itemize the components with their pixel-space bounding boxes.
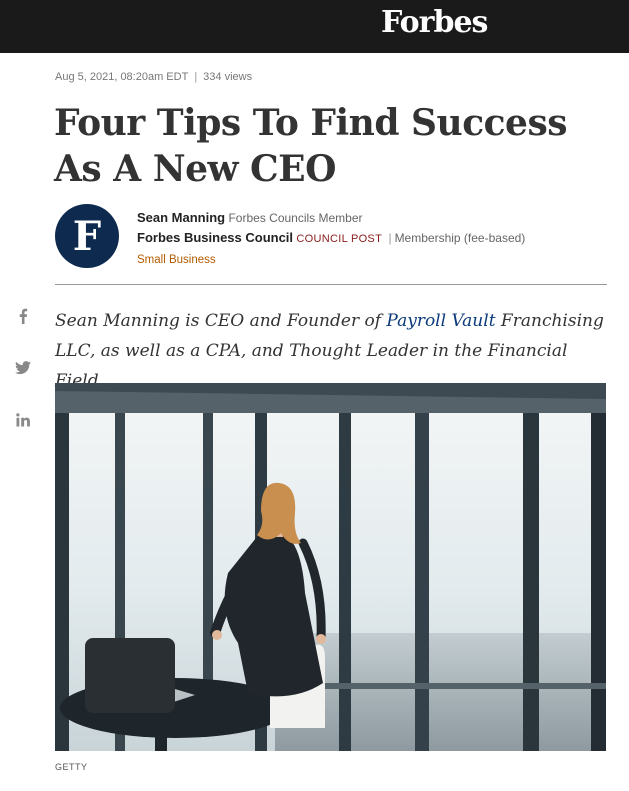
payroll-vault-link[interactable]: Payroll Vault bbox=[386, 311, 495, 331]
membership-note: Membership (fee-based) bbox=[394, 231, 526, 245]
meta-separator: | bbox=[194, 71, 198, 83]
byline-separator: | bbox=[388, 231, 392, 245]
publish-date: Aug 5, 2021, 08:20am EDT bbox=[55, 71, 189, 83]
council-post-label: COUNCIL POST bbox=[296, 233, 383, 245]
article-meta: Aug 5, 2021, 08:20am EDT | 334 views bbox=[55, 71, 252, 83]
author-name-link[interactable]: Sean Manning bbox=[137, 210, 225, 225]
byline-line-3: Small Business bbox=[137, 249, 525, 270]
top-navigation-bar: Forbes bbox=[0, 0, 629, 53]
image-credit: GETTY bbox=[55, 762, 88, 772]
author-role: Forbes Councils Member bbox=[228, 211, 363, 225]
hero-image-illustration bbox=[55, 383, 606, 751]
byline-line-1: Sean Manning Forbes Councils Member bbox=[137, 208, 525, 228]
forbes-logo[interactable]: Forbes bbox=[381, 5, 488, 40]
view-count: 334 views bbox=[203, 71, 253, 83]
author-avatar[interactable]: F bbox=[55, 204, 119, 268]
facebook-icon[interactable] bbox=[14, 307, 32, 325]
author-byline: Sean Manning Forbes Councils Member Forb… bbox=[137, 208, 525, 270]
byline-divider bbox=[55, 284, 607, 285]
twitter-icon[interactable] bbox=[14, 359, 32, 377]
linkedin-icon[interactable] bbox=[14, 411, 32, 429]
topic-link[interactable]: Small Business bbox=[137, 254, 216, 266]
byline-line-2: Forbes Business Council COUNCIL POST | Me… bbox=[137, 228, 525, 249]
hero-image bbox=[55, 383, 606, 751]
lede-text-start: Sean Manning is CEO and Founder of bbox=[55, 311, 387, 331]
council-link[interactable]: Forbes Business Council bbox=[137, 230, 293, 245]
article-title: Four Tips To Find Success As A New CEO bbox=[54, 102, 567, 190]
